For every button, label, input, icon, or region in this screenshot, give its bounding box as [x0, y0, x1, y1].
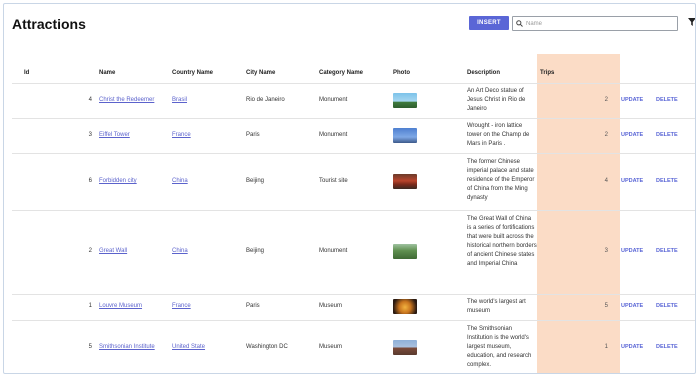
column-header-name: Name — [99, 70, 116, 76]
country-name-link[interactable]: United State — [172, 344, 205, 350]
christ-the-redeemer-photo — [393, 93, 417, 108]
cell-category: Monument — [319, 248, 348, 254]
country-name-link[interactable]: China — [172, 248, 188, 254]
eiffel-tower-photo — [393, 128, 417, 143]
delete-button[interactable]: DELETE — [656, 97, 678, 103]
table-row: 6 Forbidden city China Beijing Tourist s… — [4, 154, 695, 210]
cell-description: Wrought - iron lattice tower on the Cham… — [467, 123, 530, 147]
cell-category: Tourist site — [319, 178, 348, 184]
smithsonian-institute-photo — [393, 340, 417, 355]
cell-description: The former Chinese imperial palace and s… — [467, 159, 535, 201]
page-title: Attractions — [12, 16, 86, 32]
table-row: 4 Christ the Redeemer Brasil Rio de Jane… — [4, 84, 695, 118]
delete-button[interactable]: DELETE — [656, 178, 678, 184]
column-header-country-name: Country Name — [172, 70, 214, 76]
attraction-name-link[interactable]: Christ the Redeemer — [99, 97, 154, 103]
table-row: 1 Louvre Museum France Paris Museum The … — [4, 295, 695, 320]
country-name-link[interactable]: Brasil — [172, 97, 187, 103]
cell-id: 1 — [88, 303, 92, 309]
country-name-link[interactable]: France — [172, 303, 191, 309]
attraction-name-link[interactable]: Louvre Museum — [99, 303, 142, 309]
insert-button[interactable]: INSERT — [469, 16, 509, 30]
cell-description: The world's largest art museum — [467, 299, 526, 314]
cell-trips: 3 — [604, 248, 608, 254]
column-header-photo: Photo — [393, 70, 410, 76]
cell-description: The Great Wall of China is a series of f… — [467, 216, 537, 267]
attraction-name-link[interactable]: Forbidden city — [99, 178, 137, 184]
cell-city: Paris — [246, 132, 260, 138]
update-button[interactable]: UPDATE — [621, 97, 643, 103]
update-button[interactable]: UPDATE — [621, 248, 643, 254]
search-box[interactable] — [512, 16, 678, 31]
cell-trips: 5 — [604, 303, 608, 309]
delete-button[interactable]: DELETE — [656, 344, 678, 350]
cell-id: 3 — [88, 132, 92, 138]
update-button[interactable]: UPDATE — [621, 303, 643, 309]
update-button[interactable]: UPDATE — [621, 132, 643, 138]
delete-button[interactable]: DELETE — [656, 303, 678, 309]
cell-trips: 1 — [604, 344, 608, 350]
column-header-id: Id — [24, 70, 30, 76]
cell-id: 6 — [88, 178, 92, 184]
cell-city: Beijing — [246, 248, 265, 254]
column-header-category-name: Category Name — [319, 70, 364, 76]
search-input[interactable] — [523, 20, 669, 27]
column-header-city-name: City Name — [246, 70, 276, 76]
cell-id: 2 — [88, 248, 92, 254]
cell-trips: 2 — [604, 97, 608, 103]
country-name-link[interactable]: France — [172, 132, 191, 138]
update-button[interactable]: UPDATE — [621, 344, 643, 350]
cell-id: 4 — [88, 97, 92, 103]
table-row: 2 Great Wall China Beijing Monument The … — [4, 211, 695, 294]
cell-city: Washington DC — [246, 344, 288, 350]
great-wall-photo — [393, 244, 417, 259]
update-button[interactable]: UPDATE — [621, 178, 643, 184]
cell-description: The Smithsonian Institution is the world… — [467, 326, 532, 368]
cell-city: Rio de Janeiro — [246, 97, 285, 103]
cell-category: Monument — [319, 132, 348, 138]
column-header-description: Description — [467, 70, 501, 76]
column-header-trips: Trips — [540, 70, 555, 76]
cell-city: Beijing — [246, 178, 265, 184]
attractions-panel: Attractions INSERT Id Name Country Name … — [3, 3, 696, 374]
table-row: 5 Smithsonian Institute United State Was… — [4, 321, 695, 373]
cell-category: Museum — [319, 344, 343, 350]
delete-button[interactable]: DELETE — [656, 132, 678, 138]
cell-trips: 4 — [604, 178, 608, 184]
cell-category: Monument — [319, 97, 348, 103]
louvre-museum-photo — [393, 299, 417, 314]
cell-description: An Art Deco statue of Jesus Christ in Ri… — [467, 88, 526, 112]
forbidden-city-photo — [393, 174, 417, 189]
cell-category: Museum — [319, 303, 343, 309]
attraction-name-link[interactable]: Smithsonian Institute — [99, 344, 155, 350]
attraction-name-link[interactable]: Eiffel Tower — [99, 132, 130, 138]
attraction-name-link[interactable]: Great Wall — [99, 248, 127, 254]
delete-button[interactable]: DELETE — [656, 248, 678, 254]
search-icon — [516, 20, 523, 27]
cell-city: Paris — [246, 303, 260, 309]
country-name-link[interactable]: China — [172, 178, 188, 184]
table-row: 3 Eiffel Tower France Paris Monument Wro… — [4, 119, 695, 153]
cell-id: 5 — [88, 344, 92, 350]
cell-trips: 2 — [604, 132, 608, 138]
filter-icon[interactable] — [688, 18, 696, 26]
